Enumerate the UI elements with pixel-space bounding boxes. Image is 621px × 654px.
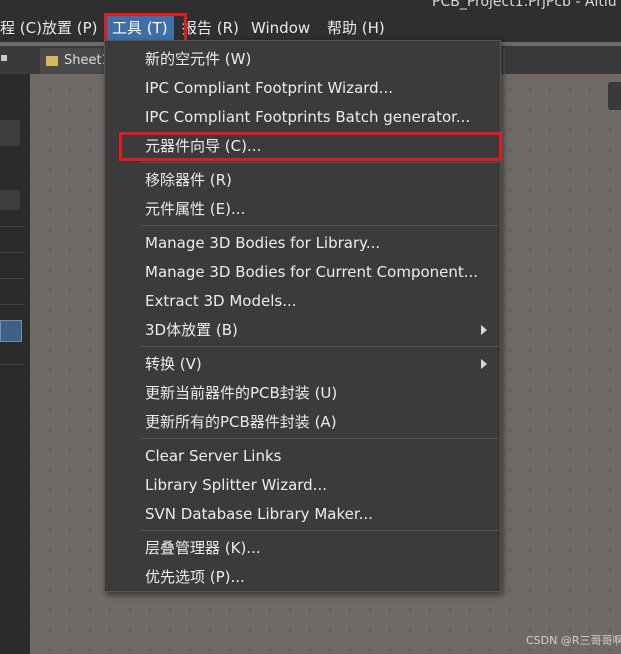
- menu-item-component-properties[interactable]: 元件属性 (E)...: [145, 196, 245, 222]
- tab-sheet1[interactable]: Sheet1: [40, 48, 105, 74]
- menu-item-clear-server-links[interactable]: Clear Server Links: [145, 443, 282, 469]
- window-title: PCB_Project1.PrjPcb - Altiu: [432, 0, 617, 10]
- divider: [0, 226, 24, 227]
- menu-window[interactable]: Window: [251, 16, 310, 40]
- menu-item-ipc-batch-generator[interactable]: IPC Compliant Footprints Batch generator…: [145, 104, 470, 130]
- menu-project[interactable]: 程 (C): [0, 16, 42, 40]
- divider: [0, 278, 24, 279]
- tools-dropdown-menu: 新的空元件 (W) IPC Compliant Footprint Wizard…: [104, 40, 501, 592]
- folder-icon: [46, 55, 58, 66]
- tab-label: Sheet1: [64, 53, 105, 68]
- menu-item-update-all-footprints[interactable]: 更新所有的PCB器件封装 (A): [145, 409, 337, 435]
- menu-item-manage-3d-current[interactable]: Manage 3D Bodies for Current Component..…: [145, 259, 478, 285]
- menu-item-remove-component[interactable]: 移除器件 (R): [145, 167, 232, 193]
- panel-row-block[interactable]: [0, 190, 20, 210]
- divider: [0, 252, 24, 253]
- menu-bar: PCB_Project1.PrjPcb - Altiu 程 (C) 放置 (P)…: [0, 0, 621, 42]
- left-panel: [0, 74, 30, 654]
- menu-item-layer-stack-manager[interactable]: 层叠管理器 (K)...: [145, 535, 261, 561]
- submenu-arrow-icon: [481, 359, 487, 369]
- component-wizard-highlight-box: [119, 132, 502, 161]
- menu-item-convert[interactable]: 转换 (V): [145, 351, 202, 377]
- menu-separator: [141, 225, 499, 226]
- menu-separator: [141, 346, 499, 347]
- submenu-arrow-icon: [481, 325, 487, 335]
- pin-icon[interactable]: ▪: [0, 50, 18, 70]
- right-panel-toggle[interactable]: [608, 82, 621, 110]
- menu-item-ipc-footprint-wizard[interactable]: IPC Compliant Footprint Wizard...: [145, 75, 393, 101]
- menu-help[interactable]: 帮助 (H): [327, 16, 385, 40]
- menu-item-extract-3d-models[interactable]: Extract 3D Models...: [145, 288, 297, 314]
- menu-item-manage-3d-library[interactable]: Manage 3D Bodies for Library...: [145, 230, 380, 256]
- menu-place[interactable]: 放置 (P): [42, 16, 98, 40]
- menu-item-preferences[interactable]: 优先选项 (P)...: [145, 564, 245, 590]
- menu-item-library-splitter-wizard[interactable]: Library Splitter Wizard...: [145, 472, 327, 498]
- panel-header-block: [0, 120, 20, 146]
- menu-item-3d-body-placement[interactable]: 3D体放置 (B): [145, 317, 238, 343]
- menu-reports[interactable]: 报告 (R): [182, 16, 239, 40]
- divider: [0, 304, 24, 305]
- menu-item-new-blank-component[interactable]: 新的空元件 (W): [145, 46, 251, 72]
- panel-selected-row[interactable]: [0, 320, 22, 342]
- menu-item-svn-library-maker[interactable]: SVN Database Library Maker...: [145, 501, 373, 527]
- menu-separator: [141, 530, 499, 531]
- divider: [0, 364, 24, 365]
- watermark: CSDN @R三哥哥啊: [526, 634, 621, 647]
- menu-separator: [141, 162, 499, 163]
- menu-separator: [141, 438, 499, 439]
- menu-item-update-current-footprint[interactable]: 更新当前器件的PCB封装 (U): [145, 380, 337, 406]
